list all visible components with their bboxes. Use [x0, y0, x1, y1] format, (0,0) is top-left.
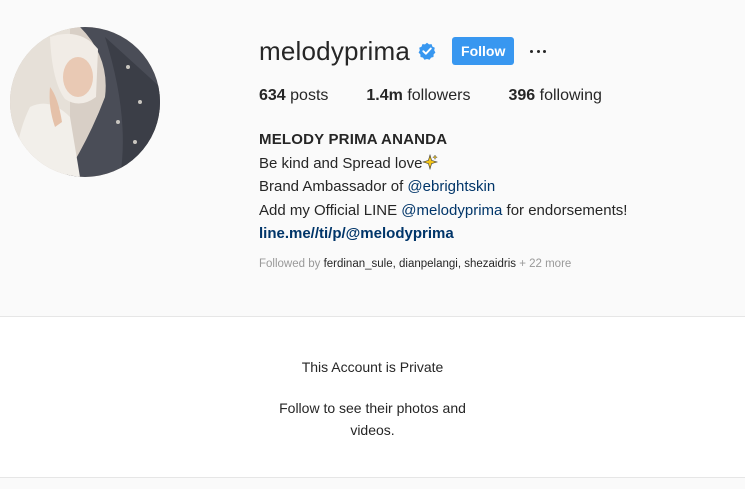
ebrightskin-mention-link[interactable]: @ebrightskin [407, 178, 495, 195]
bio-line-3: Add my Official LINE @melodyprima for en… [259, 199, 627, 223]
website-link[interactable]: line.me//ti/p/@melodyprima [259, 222, 627, 246]
profile-bio: MELODY PRIMA ANANDA Be kind and Spread l… [259, 128, 627, 246]
follow-button[interactable]: Follow [452, 37, 515, 65]
bio-line-2-text: Brand Ambassador of [259, 178, 408, 195]
bio-line-3-prefix: Add my Official LINE [259, 201, 402, 219]
private-message-line-2: videos. [350, 422, 395, 438]
followed-by-prefix: Followed by [259, 258, 324, 270]
more-options-icon[interactable] [528, 41, 548, 61]
following-label: following [539, 87, 602, 104]
private-message: Follow to see their photos and videos. [0, 397, 745, 441]
avatar[interactable] [10, 27, 160, 177]
username: melodyprima [259, 35, 411, 66]
bio-line-1: Be kind and Spread love [259, 152, 627, 176]
profile-header: melodyprima Follow 634 posts 1.4m follow… [0, 0, 745, 316]
followed-by-users: ferdinan_sule, dianpelangi, shezaidris [323, 258, 516, 270]
followers-stat[interactable]: 1.4m followers [366, 87, 470, 105]
posts-stat: 634 posts [259, 87, 328, 105]
profile-stats: 634 posts 1.4m followers 396 following [259, 87, 640, 105]
avatar-image [10, 27, 160, 177]
sparkles-icon [422, 153, 439, 170]
followed-by-more: + 22 more [516, 258, 572, 270]
bio-line-1-text: Be kind and Spread love [259, 154, 423, 172]
melodyprima-mention-link[interactable]: @melodyprima [401, 202, 502, 219]
private-title: This Account is Private [301, 359, 444, 375]
bio-line-2: Brand Ambassador of @ebrightskin [259, 175, 627, 199]
verified-badge-icon [418, 42, 436, 60]
bio-line-3-suffix: for endorsements! [502, 201, 628, 219]
followers-count: 1.4m [366, 87, 403, 104]
posts-count: 634 [259, 87, 286, 104]
username-row: melodyprima Follow [259, 34, 548, 68]
followed-by[interactable]: Followed by ferdinan_sule, dianpelangi, … [259, 258, 571, 270]
private-message-line-1: Follow to see their photos and [279, 400, 466, 416]
posts-label: posts [290, 87, 329, 104]
followers-label: followers [407, 87, 471, 104]
following-stat[interactable]: 396 following [508, 87, 601, 105]
following-count: 396 [508, 87, 536, 104]
full-name: MELODY PRIMA ANANDA [259, 131, 448, 148]
private-account-notice: This Account is Private Follow to see th… [0, 316, 745, 478]
